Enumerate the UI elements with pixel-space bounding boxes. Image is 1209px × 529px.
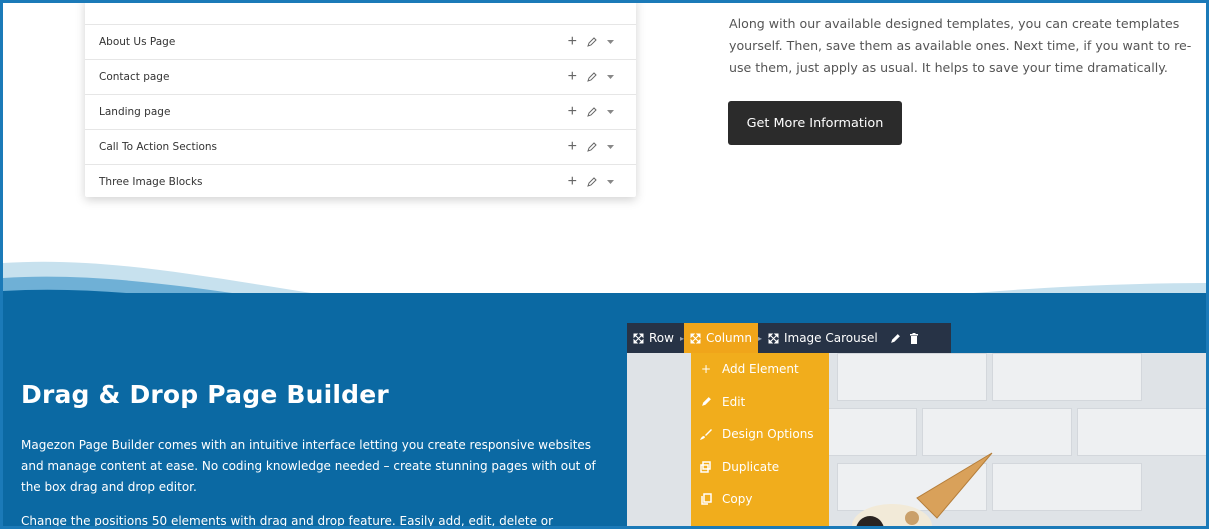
menu-copy[interactable]: Copy — [691, 483, 829, 516]
pencil-icon[interactable] — [587, 72, 597, 82]
toolbar-edit[interactable] — [884, 323, 907, 353]
section-paragraph-1: Magezon Page Builder comes with an intui… — [21, 438, 596, 494]
toolbar-column[interactable]: Column — [683, 323, 758, 353]
chevron-down-icon[interactable] — [607, 144, 614, 150]
plus-icon[interactable]: + — [568, 174, 577, 190]
column-context-menu: + Add Element Edit Design Options Duplic… — [691, 353, 829, 526]
pencil-icon[interactable] — [587, 177, 597, 187]
page-frame: About Us Page + Contact page + Landing p… — [0, 0, 1209, 529]
move-icon[interactable] — [768, 333, 779, 344]
template-list-card: About Us Page + Contact page + Landing p… — [85, 3, 636, 199]
trash-icon[interactable] — [909, 332, 919, 344]
plus-icon[interactable]: + — [568, 104, 577, 120]
pencil-icon[interactable] — [890, 333, 901, 344]
template-row-contact[interactable]: Contact page + — [85, 59, 636, 94]
pencil-icon[interactable] — [587, 37, 597, 47]
template-actions: + — [568, 165, 614, 199]
template-row-cta[interactable]: Call To Action Sections + — [85, 129, 636, 164]
section-paragraph-2: Change the positions 50 elements with dr… — [21, 514, 554, 528]
brush-icon — [699, 428, 713, 441]
template-label: Call To Action Sections — [99, 141, 218, 153]
menu-design-options[interactable]: Design Options — [691, 418, 829, 451]
template-label: Contact page — [99, 71, 170, 83]
toolbar-image-carousel[interactable]: Image Carousel — [762, 323, 884, 353]
template-row-three-images[interactable]: Three Image Blocks + — [85, 164, 636, 199]
copy-icon — [699, 493, 713, 505]
pencil-icon — [699, 396, 713, 407]
ice-cream-image — [852, 452, 993, 526]
plus-icon: + — [700, 362, 712, 377]
chevron-down-icon[interactable] — [607, 74, 614, 80]
menu-add-element[interactable]: + Add Element — [691, 353, 829, 386]
section-title: Drag & Drop Page Builder — [21, 380, 389, 409]
plus-icon[interactable]: + — [568, 139, 577, 155]
toolbar-row[interactable]: Row — [627, 323, 680, 353]
template-row-landing[interactable]: Landing page + — [85, 94, 636, 129]
template-actions: + — [568, 95, 614, 129]
chevron-down-icon[interactable] — [607, 109, 614, 115]
plus-icon[interactable]: + — [568, 69, 577, 85]
template-label: About Us Page — [99, 36, 176, 48]
template-actions: + — [568, 25, 614, 59]
pencil-icon[interactable] — [587, 107, 597, 117]
chevron-down-icon[interactable] — [607, 39, 614, 45]
menu-edit[interactable]: Edit — [691, 386, 829, 419]
duplicate-icon — [699, 461, 713, 473]
template-actions: + — [568, 60, 614, 94]
plus-icon[interactable]: + — [568, 34, 577, 50]
pencil-icon[interactable] — [587, 142, 597, 152]
get-more-info-button[interactable]: Get More Information — [728, 101, 902, 145]
move-icon[interactable] — [690, 333, 701, 344]
toolbar-delete[interactable] — [907, 323, 925, 353]
template-actions: + — [568, 130, 614, 164]
chevron-down-icon[interactable] — [607, 179, 614, 185]
intro-paragraph: Along with our available designed templa… — [729, 16, 1192, 75]
template-row-about-us[interactable]: About Us Page + — [85, 24, 636, 59]
move-icon[interactable] — [633, 333, 644, 344]
template-label: Three Image Blocks — [99, 176, 203, 188]
menu-duplicate[interactable]: Duplicate — [691, 451, 829, 484]
template-label: Landing page — [99, 106, 171, 118]
builder-toolbar: Row ▸ Column ▸ Image Carousel — [627, 323, 951, 353]
